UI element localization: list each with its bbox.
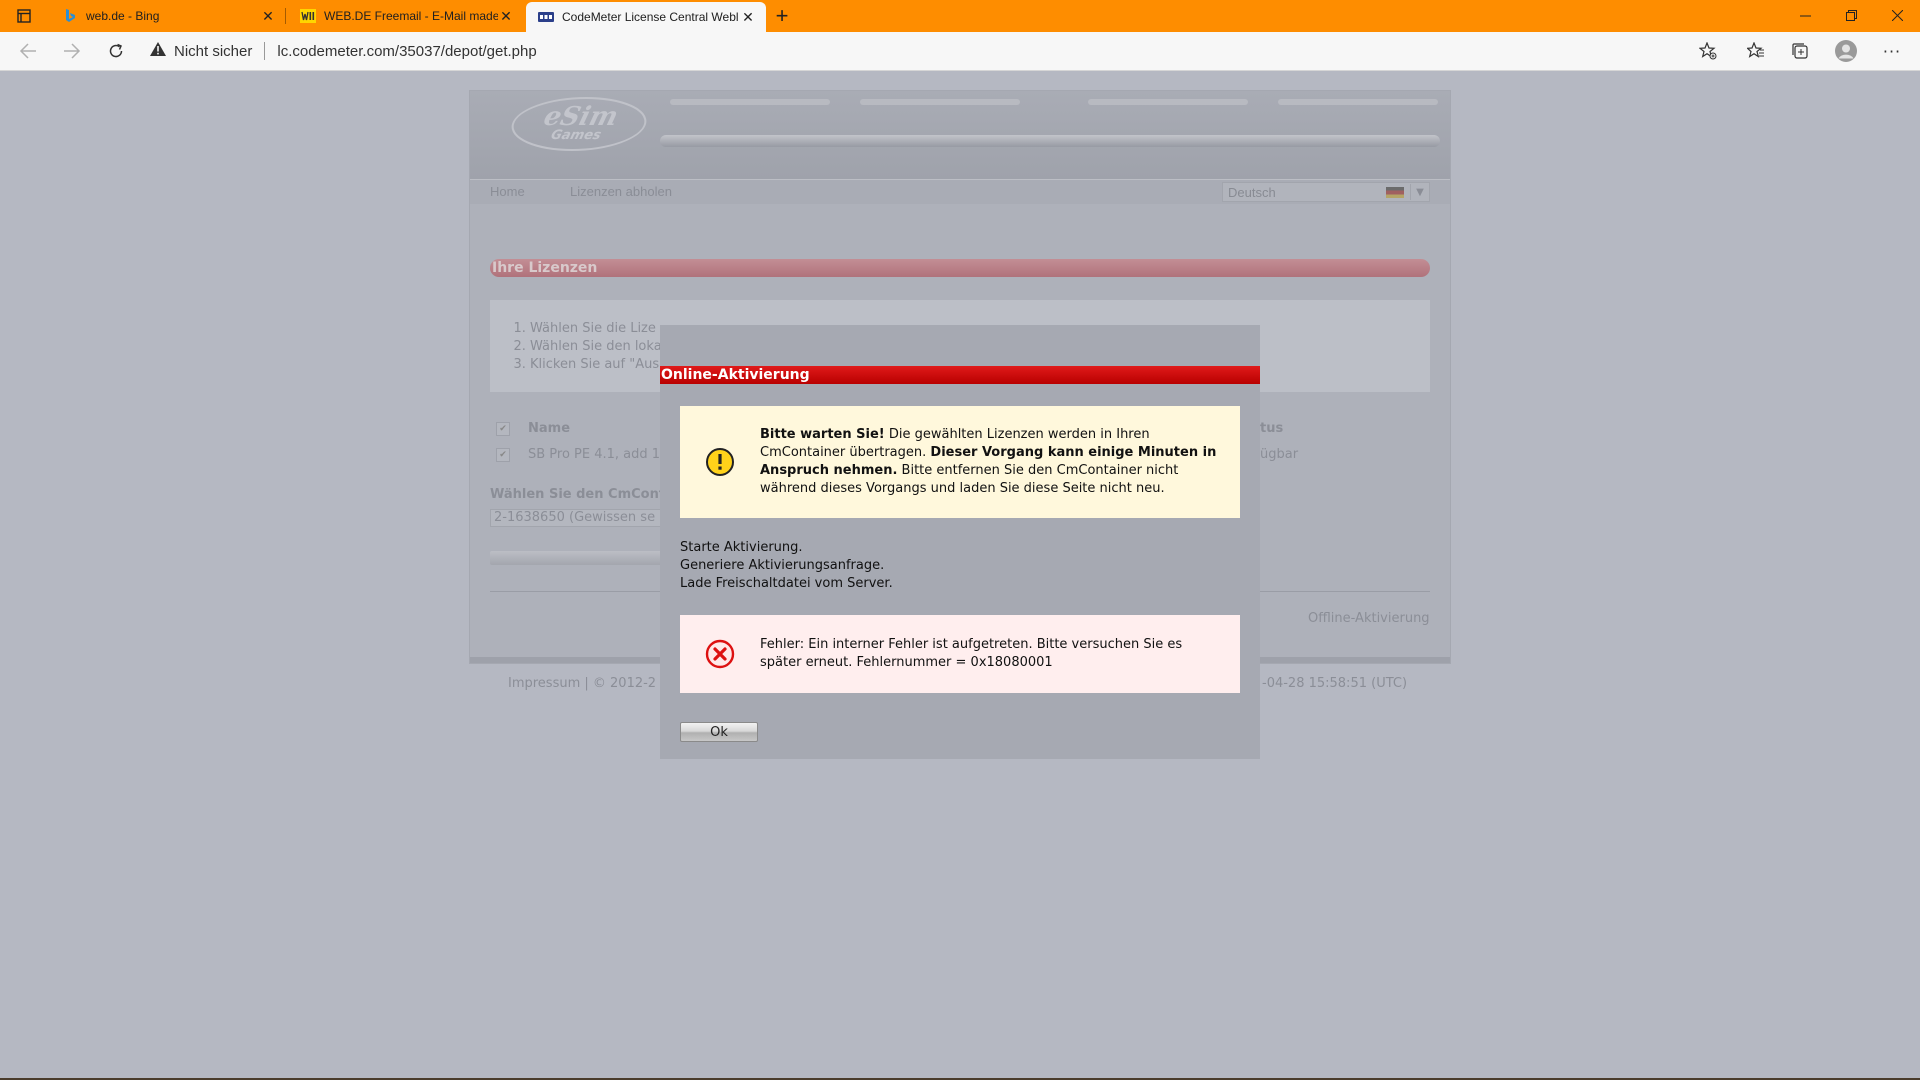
tab-codemeter[interactable]: CodeMeter License Central Webl ✕ xyxy=(526,2,766,32)
section-header: Ihre Lizenzen xyxy=(490,259,1430,277)
online-activation-dialog: Online-Aktivierung Bitte warten Sie! Die… xyxy=(660,325,1260,759)
offline-activation-link[interactable]: Offline-Aktivierung xyxy=(1308,611,1430,626)
german-flag-icon xyxy=(1386,186,1404,198)
webde-icon xyxy=(300,8,316,24)
address-bar[interactable]: Nicht sicher lc.codemeter.com/35037/depo… xyxy=(150,38,1720,64)
tab-title: CodeMeter License Central Webl xyxy=(562,10,739,24)
column-header-name: Name xyxy=(528,421,571,436)
back-arrow-icon[interactable] xyxy=(14,37,42,65)
container-label: Wählen Sie den CmCont xyxy=(490,487,666,502)
site-header: eSim Games xyxy=(470,91,1450,179)
select-all-checkbox[interactable]: ✔ xyxy=(496,422,510,436)
minimize-icon[interactable] xyxy=(1782,0,1828,30)
nav-get-licenses[interactable]: Lizenzen abholen xyxy=(570,184,672,199)
header-bar xyxy=(660,135,1440,147)
tab-title: WEB.DE Freemail - E-Mail made xyxy=(324,9,498,23)
browser-tab-bar: web.de - Bing ✕ WEB.DE Freemail - E-Mail… xyxy=(0,0,1920,32)
close-tab-icon[interactable]: ✕ xyxy=(498,8,514,24)
restore-icon[interactable] xyxy=(1828,0,1874,30)
tab-actions-icon[interactable] xyxy=(10,6,38,26)
header-decoration xyxy=(860,99,1020,105)
dialog-title: Online-Aktivierung xyxy=(660,366,1260,384)
close-tab-icon[interactable]: ✕ xyxy=(260,8,276,24)
header-decoration xyxy=(1088,99,1248,105)
tab-webde[interactable]: WEB.DE Freemail - E-Mail made ✕ xyxy=(288,0,524,32)
new-tab-button[interactable]: + xyxy=(770,3,794,28)
warning-message: Bitte warten Sie! Die gewählten Lizenzen… xyxy=(680,406,1240,518)
url-text[interactable]: lc.codemeter.com/35037/depot/get.php xyxy=(277,43,536,60)
collections-icon[interactable] xyxy=(1786,37,1814,65)
favorites-icon[interactable] xyxy=(1742,37,1770,65)
warning-icon xyxy=(680,447,760,477)
forward-arrow-icon[interactable] xyxy=(58,37,86,65)
more-menu-icon[interactable]: ··· xyxy=(1878,37,1906,65)
codemeter-icon xyxy=(538,9,554,25)
tab-title: web.de - Bing xyxy=(86,9,160,23)
footer-timestamp: -04-28 15:58:51 (UTC) xyxy=(1262,676,1408,691)
column-header-status: tus xyxy=(1260,421,1284,436)
close-window-icon[interactable] xyxy=(1874,0,1920,30)
language-select[interactable]: Deutsch ▼ xyxy=(1222,182,1430,202)
esim-games-logo[interactable]: eSim Games xyxy=(504,97,654,151)
status-line: Starte Aktivierung. xyxy=(680,540,803,555)
chevron-down-icon: ▼ xyxy=(1410,184,1429,200)
add-favorite-icon[interactable] xyxy=(1694,37,1722,65)
license-name: SB Pro PE 4.1, add 1 xyxy=(528,447,661,462)
background-action-button[interactable] xyxy=(490,551,670,565)
header-decoration xyxy=(1278,99,1438,105)
license-row-checkbox[interactable]: ✔ xyxy=(496,448,510,462)
error-text: Fehler: Ein interner Fehler ist aufgetre… xyxy=(760,637,1183,670)
page-viewport: eSim Games Home Lizenzen abholen Deutsch… xyxy=(0,71,1920,1080)
security-label[interactable]: Nicht sicher xyxy=(174,43,252,60)
footer-imprint[interactable]: Impressum | © 2012-2 xyxy=(508,676,656,691)
status-log: Starte Aktivierung. Generiere Aktivierun… xyxy=(680,539,893,593)
tab-bing[interactable]: web.de - Bing ✕ xyxy=(50,0,286,32)
browser-toolbar: Nicht sicher lc.codemeter.com/35037/depo… xyxy=(0,32,1920,71)
reload-icon[interactable] xyxy=(102,37,130,65)
status-line: Generiere Aktivierungsanfrage. xyxy=(680,558,885,573)
error-message: Fehler: Ein interner Fehler ist aufgetre… xyxy=(680,615,1240,693)
header-decoration xyxy=(670,99,830,105)
license-status: ügbar xyxy=(1260,447,1299,462)
nav-home[interactable]: Home xyxy=(490,184,525,199)
profile-avatar-icon[interactable] xyxy=(1832,37,1860,65)
ok-button[interactable]: Ok xyxy=(680,722,758,742)
site-nav: Home Lizenzen abholen Deutsch ▼ xyxy=(470,179,1450,204)
error-icon xyxy=(680,639,760,669)
status-line: Lade Freischaltdatei vom Server. xyxy=(680,576,893,591)
warning-triangle-icon[interactable] xyxy=(150,42,166,60)
warning-bold-1: Bitte warten Sie! xyxy=(760,427,885,442)
close-tab-icon[interactable]: ✕ xyxy=(740,9,756,25)
bing-icon xyxy=(62,8,78,24)
section-title: Ihre Lizenzen xyxy=(492,260,598,276)
